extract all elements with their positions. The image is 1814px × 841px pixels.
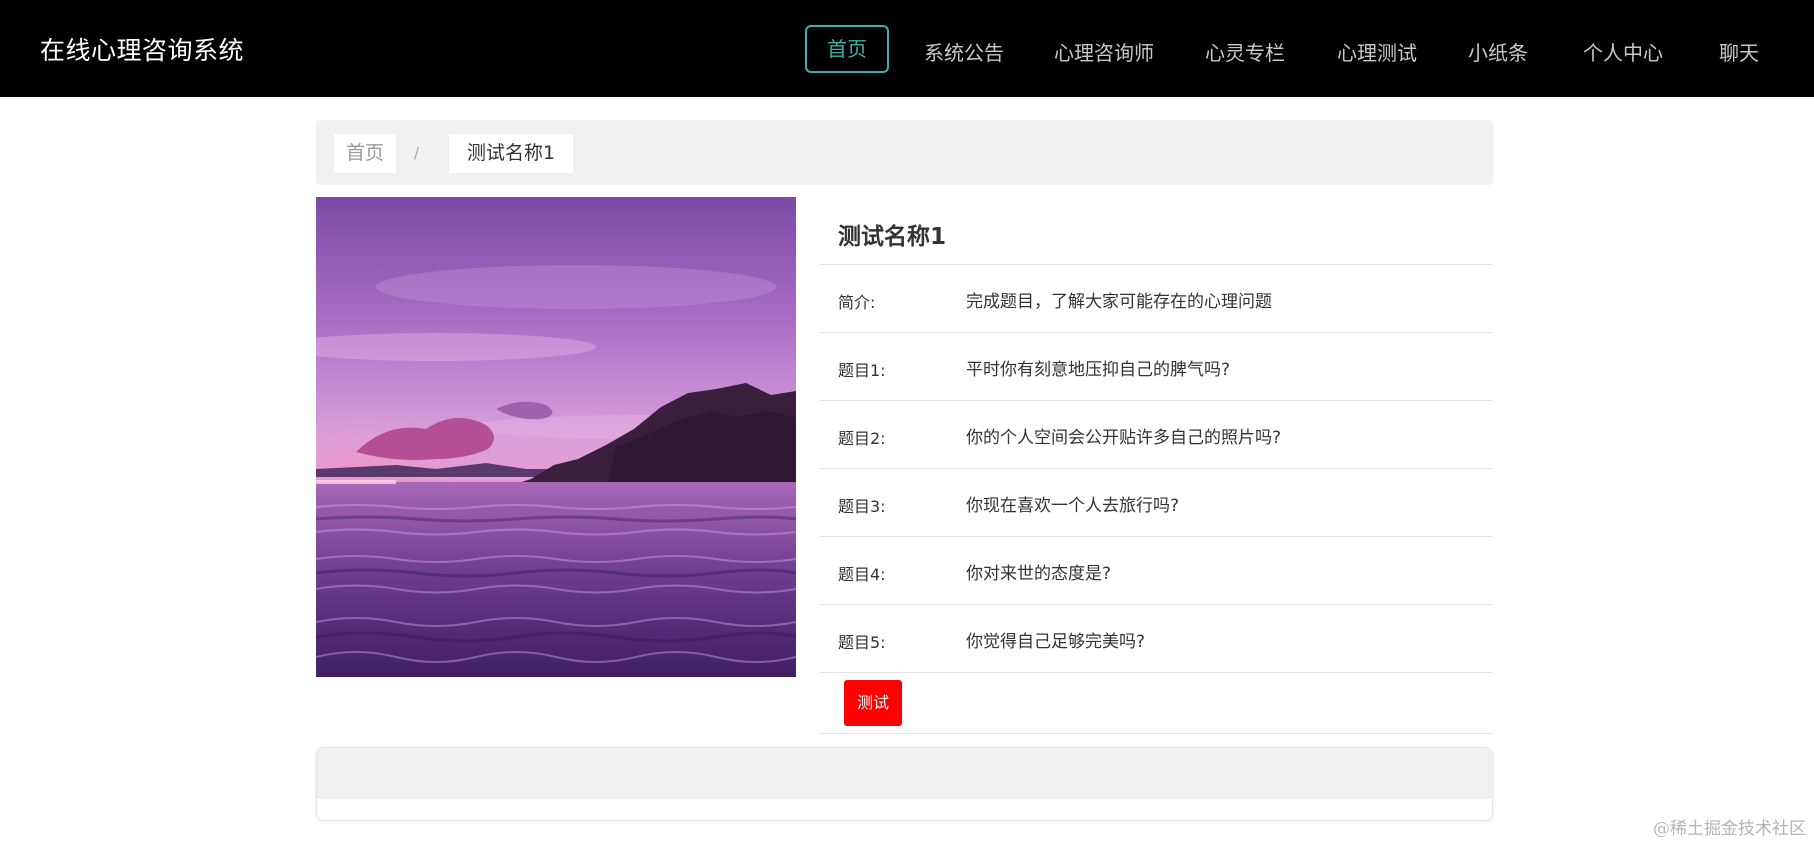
top-navbar: 在线心理咨询系统 首页 系统公告 心理咨询师 心灵专栏 心理测试 小纸条 个人中… bbox=[0, 0, 1814, 97]
detail-row-value: 你对来世的态度是? bbox=[966, 564, 1112, 584]
detail-row-value: 你的个人空间会公开贴许多自己的照片吗? bbox=[966, 428, 1282, 448]
detail-row-value: 平时你有刻意地压抑自己的脾气吗? bbox=[966, 360, 1231, 380]
detail-row-value: 你觉得自己足够完美吗? bbox=[966, 632, 1146, 652]
nav-notes[interactable]: 小纸条 bbox=[1468, 37, 1528, 66]
detail-row-question-5: 题目5: 你觉得自己足够完美吗? bbox=[819, 605, 1493, 673]
detail-row-label: 题目5: bbox=[838, 633, 886, 652]
breadcrumb-separator: / bbox=[414, 144, 420, 162]
start-test-button[interactable]: 测试 bbox=[844, 680, 902, 726]
detail-row-value: 你现在喜欢一个人去旅行吗? bbox=[966, 496, 1180, 516]
nav-personal-center[interactable]: 个人中心 bbox=[1583, 37, 1663, 66]
bottom-card-header bbox=[317, 748, 1492, 798]
detail-row-intro: 简介: 完成题目，了解大家可能存在的心理问题 bbox=[819, 265, 1493, 333]
detail-row-label: 题目1: bbox=[838, 361, 886, 380]
test-detail-panel: 测试名称1 简介: 完成题目，了解大家可能存在的心理问题 题目1: 平时你有刻意… bbox=[819, 197, 1493, 734]
detail-row-label: 简介: bbox=[838, 293, 876, 312]
action-row: 测试 bbox=[819, 673, 1493, 734]
nav-psych-test[interactable]: 心理测试 bbox=[1337, 37, 1417, 66]
test-cover-image bbox=[316, 197, 796, 677]
nav-home[interactable]: 首页 bbox=[805, 25, 889, 73]
detail-row-question-1: 题目1: 平时你有刻意地压抑自己的脾气吗? bbox=[819, 333, 1493, 401]
detail-row-question-4: 题目4: 你对来世的态度是? bbox=[819, 537, 1493, 605]
breadcrumb-current: 测试名称1 bbox=[449, 134, 574, 173]
detail-row-value: 完成题目，了解大家可能存在的心理问题 bbox=[966, 292, 1272, 312]
breadcrumb: 首页 / 测试名称1 bbox=[316, 120, 1493, 185]
detail-row-label: 题目3: bbox=[838, 497, 886, 516]
detail-row-question-2: 题目2: 你的个人空间会公开贴许多自己的照片吗? bbox=[819, 401, 1493, 469]
bottom-card bbox=[316, 747, 1493, 821]
detail-row-label: 题目4: bbox=[838, 565, 886, 584]
detail-row-label: 题目2: bbox=[838, 429, 886, 448]
nav-soul-column[interactable]: 心灵专栏 bbox=[1205, 37, 1285, 66]
site-brand[interactable]: 在线心理咨询系统 bbox=[40, 31, 244, 67]
sunset-sea-picture bbox=[316, 197, 796, 677]
nav-counselors[interactable]: 心理咨询师 bbox=[1054, 37, 1154, 66]
nav-announcements[interactable]: 系统公告 bbox=[924, 37, 1004, 66]
test-title: 测试名称1 bbox=[819, 197, 1493, 265]
detail-row-question-3: 题目3: 你现在喜欢一个人去旅行吗? bbox=[819, 469, 1493, 537]
nav-chat[interactable]: 聊天 bbox=[1719, 37, 1759, 66]
breadcrumb-home[interactable]: 首页 bbox=[334, 134, 397, 173]
watermark: @稀土掘金技术社区 bbox=[1653, 819, 1806, 839]
